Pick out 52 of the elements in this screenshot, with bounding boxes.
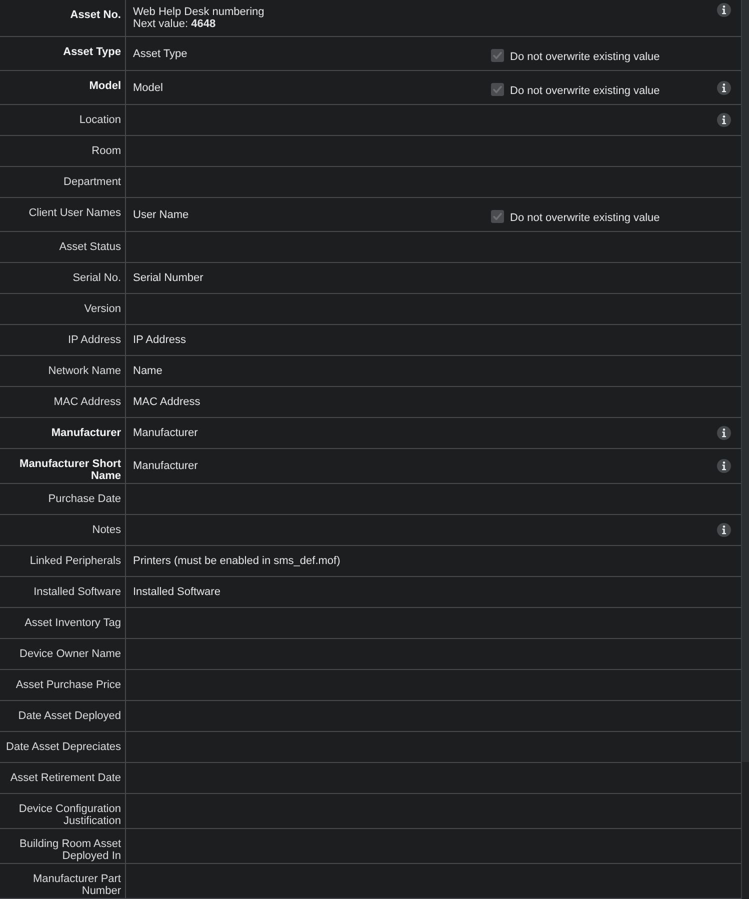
field-value: IP Address xyxy=(133,334,186,346)
checkbox-label: Do not overwrite existing value xyxy=(510,51,660,63)
field-value: Serial Number xyxy=(133,272,204,284)
scrollbar-thumb[interactable] xyxy=(742,0,749,762)
info-icon[interactable] xyxy=(717,459,731,473)
field-label: MAC Address xyxy=(0,387,126,417)
info-icon[interactable] xyxy=(717,3,731,17)
field-value: Web Help Desk numbering xyxy=(133,6,264,18)
field-label: Asset No. xyxy=(0,0,126,36)
field-label: Asset Retirement Date xyxy=(0,763,126,793)
field-label: Device Owner Name xyxy=(0,639,126,669)
field-label: Asset Status xyxy=(0,232,126,262)
field-label: Installed Software xyxy=(0,577,126,607)
info-icon[interactable] xyxy=(717,80,731,94)
field-label: Client User Names xyxy=(0,198,126,231)
info-icon[interactable] xyxy=(717,426,731,440)
field-value: MAC Address xyxy=(133,396,200,408)
field-label: Device Configuration Justification xyxy=(0,794,126,828)
field-label: Asset Type xyxy=(0,37,126,70)
field-value: Installed Software xyxy=(133,586,220,598)
info-icon[interactable] xyxy=(717,523,731,537)
field-label: Manufacturer xyxy=(0,418,126,448)
field-label: Asset Purchase Price xyxy=(0,670,126,700)
field-label: Version xyxy=(0,294,126,324)
field-label: Notes xyxy=(0,515,126,545)
info-icon[interactable] xyxy=(717,113,731,127)
field-value: Model xyxy=(133,82,163,94)
field-label: Date Asset Deployed xyxy=(0,701,126,731)
field-label: Department xyxy=(0,167,126,197)
field-label: Purchase Date xyxy=(0,484,126,514)
field-label: Manufacturer Short Name xyxy=(0,449,126,483)
field-label: Date Asset Depreciates xyxy=(0,732,126,762)
field-label: Building Room Asset Deployed In xyxy=(0,829,126,863)
field-value: Manufacturer xyxy=(133,427,198,439)
field-value: Name xyxy=(133,365,162,377)
checkbox-label: Do not overwrite existing value xyxy=(510,212,660,224)
field-note: Next value: 4648 xyxy=(133,18,216,30)
checkbox-label: Do not overwrite existing value xyxy=(510,85,660,97)
field-label: Linked Peripherals xyxy=(0,546,126,576)
field-label: Location xyxy=(0,105,126,135)
field-value: Manufacturer xyxy=(133,460,198,472)
field-label: Room xyxy=(0,136,126,166)
field-value: Asset Type xyxy=(133,48,188,60)
field-label: Manufacturer Part Number xyxy=(0,864,126,898)
field-value: Printers (must be enabled in sms_def.mof) xyxy=(133,555,340,567)
field-label: Serial No. xyxy=(0,263,126,293)
field-label: Model xyxy=(0,71,126,104)
field-label: Network Name xyxy=(0,356,126,386)
field-label: Asset Inventory Tag xyxy=(0,608,126,638)
scrollbar-track[interactable] xyxy=(741,0,749,899)
field-label: IP Address xyxy=(0,325,126,355)
field-value: User Name xyxy=(133,208,189,220)
